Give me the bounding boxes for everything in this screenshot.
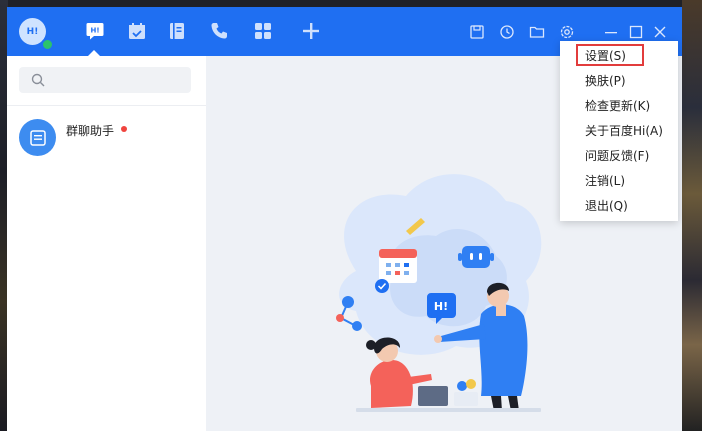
menu-item-check-update[interactable]: 检查更新(K) [560, 94, 678, 119]
sidebar-divider [7, 105, 206, 106]
online-status-dot [41, 38, 54, 51]
history-icon[interactable] [499, 24, 515, 40]
menu-item-feedback[interactable]: 问题反馈(F) [560, 144, 678, 169]
settings-gear-icon[interactable] [559, 24, 575, 40]
chat-sidebar: 群聊助手 [7, 56, 206, 431]
hi-chat-icon[interactable]: H! [85, 21, 105, 41]
settings-dropdown-menu: 设置(S) 换肤(P) 检查更新(K) 关于百度Hi(A) 问题反馈(F) 注销… [560, 41, 678, 221]
svg-text:H!: H! [90, 27, 99, 35]
robot-illustration [458, 246, 494, 268]
close-icon[interactable] [652, 24, 668, 40]
calendar-check-icon[interactable] [127, 21, 147, 41]
desk-illustration [356, 408, 541, 412]
minimize-icon[interactable] [603, 24, 619, 40]
unread-dot [121, 126, 127, 132]
folder-icon[interactable] [529, 24, 545, 40]
bubble-text: H! [434, 300, 448, 313]
laptop-illustration [418, 386, 448, 406]
plus-icon[interactable] [301, 21, 321, 41]
list-item-group-assistant[interactable]: 群聊助手 [7, 116, 206, 158]
group-assistant-avatar [19, 119, 56, 156]
menu-item-logout[interactable]: 注销(L) [560, 169, 678, 194]
phone-icon[interactable] [209, 21, 229, 41]
save-icon[interactable] [469, 24, 485, 40]
maximize-icon[interactable] [628, 24, 644, 40]
chat-name: 群聊助手 [66, 124, 115, 138]
desktop-background-right [682, 0, 702, 431]
notebook-icon[interactable] [167, 21, 187, 41]
search-icon [31, 73, 45, 87]
menu-item-about[interactable]: 关于百度Hi(A) [560, 119, 678, 144]
highlight-box-settings [576, 44, 644, 66]
apps-grid-icon[interactable] [253, 21, 273, 41]
menu-item-exit[interactable]: 退出(Q) [560, 194, 678, 219]
menu-item-skin[interactable]: 换肤(P) [560, 69, 678, 94]
avatar-logo-text: H! [26, 26, 39, 37]
message-box-icon [29, 129, 46, 146]
search-input[interactable] [19, 67, 191, 93]
